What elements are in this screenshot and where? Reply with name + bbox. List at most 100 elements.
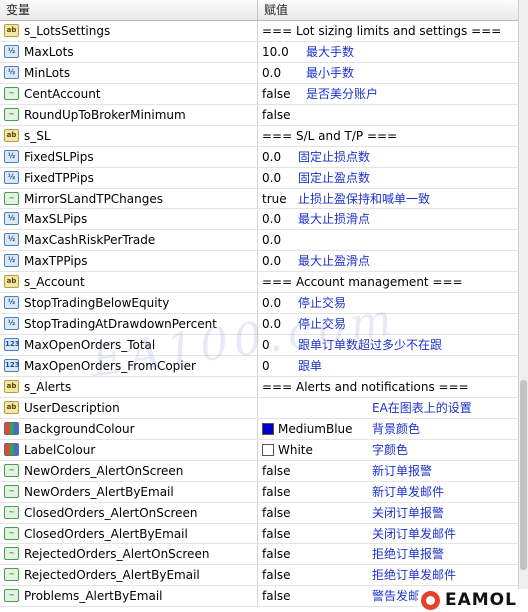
param-value: false xyxy=(262,484,291,499)
scrollbar-thumb[interactable] xyxy=(520,380,527,570)
param-type-dbl-icon: ½ xyxy=(4,212,19,226)
param-name-cell[interactable]: ½ MaxCashRiskPerTrade xyxy=(0,230,258,251)
table-header: 变量 赋值 xyxy=(0,0,518,21)
param-name-cell[interactable]: ~ RejectedOrders_AlertOnScreen xyxy=(0,544,258,565)
vertical-scrollbar[interactable] xyxy=(518,0,528,612)
param-value-cell[interactable]: === Account management === xyxy=(262,272,518,292)
param-name: s_SL xyxy=(24,128,51,143)
param-value: 0.0 xyxy=(262,296,282,311)
param-name-cell[interactable]: ab s_SL xyxy=(0,125,258,146)
param-name: ClosedOrders_AlertByEmail xyxy=(24,526,188,541)
param-value-cell[interactable]: false xyxy=(262,105,518,125)
param-value-cell[interactable]: === Alerts and notifications === xyxy=(262,377,518,397)
param-name-cell[interactable]: ½ FixedSLPips xyxy=(0,146,258,167)
param-value-cell[interactable]: 10.0 xyxy=(262,42,518,62)
param-name-cell[interactable]: ½ StopTradingBelowEquity xyxy=(0,293,258,314)
param-row[interactable]: LabelColour White 字颜色 xyxy=(0,439,518,461)
param-row[interactable]: ~ ClosedOrders_AlertByEmail false 关闭订单发邮件 xyxy=(0,523,518,545)
color-swatch[interactable] xyxy=(262,422,274,435)
param-name-cell[interactable]: ½ MaxSLPips xyxy=(0,209,258,230)
param-row[interactable]: ~ NewOrders_AlertByEmail false 新订单发邮件 xyxy=(0,481,518,503)
param-annotation: 背景颜色 xyxy=(372,421,421,436)
param-name: BackgroundColour xyxy=(24,421,135,436)
param-name: CentAccount xyxy=(24,86,101,101)
param-type-bool-icon: ~ xyxy=(4,589,19,603)
param-value-cell[interactable]: === S/L and T/P === xyxy=(262,126,518,146)
param-annotation: 拒绝订单发邮件 xyxy=(372,568,457,583)
param-row[interactable]: ab s_LotsSettings === Lot sizing limits an… xyxy=(0,21,518,42)
param-row[interactable]: ab s_Account === Account management === xyxy=(0,272,518,294)
param-value-cell[interactable]: false xyxy=(262,84,518,104)
param-row[interactable]: ½ FixedTPPips 0.0 固定止盈点数 xyxy=(0,167,518,189)
param-row[interactable]: ½ MaxTPPips 0.0 最大止盈滑点 xyxy=(0,251,518,273)
param-row[interactable]: ~ ClosedOrders_AlertOnScreen false 关闭订单报警 xyxy=(0,502,518,524)
param-row[interactable]: ~ CentAccount false 是否美分账户 xyxy=(0,83,518,105)
param-value: 0.0 xyxy=(262,65,282,80)
param-annotation: EA在图表上的设置 xyxy=(372,400,472,415)
param-row[interactable]: ab UserDescription EA在图表上的设置 xyxy=(0,397,518,419)
param-name-cell[interactable]: ½ MaxTPPips xyxy=(0,251,258,272)
param-row[interactable]: ~ RejectedOrders_AlertByEmail false 拒绝订单发邮件 xyxy=(0,565,518,587)
param-row[interactable]: ~ RejectedOrders_AlertOnScreen false 拒绝订单报警 xyxy=(0,544,518,566)
param-name-cell[interactable]: ~ MirrorSLandTPChanges xyxy=(0,188,258,209)
param-row[interactable]: ab s_SL === S/L and T/P === xyxy=(0,125,518,147)
param-type-color-icon xyxy=(4,421,19,435)
param-value: === S/L and T/P === xyxy=(262,128,398,143)
param-value: === Lot sizing limits and settings === xyxy=(262,24,502,38)
param-row[interactable]: ~ NewOrders_AlertOnScreen false 新订单报警 xyxy=(0,460,518,482)
param-value: 0.0 xyxy=(262,170,282,185)
param-name: s_Alerts xyxy=(24,379,72,394)
param-row[interactable]: ½ MaxLots 10.0 最大手数 xyxy=(0,41,518,63)
value-column-header[interactable]: 赋值 xyxy=(258,0,518,20)
param-value: === Account management === xyxy=(262,275,463,290)
param-value-cell[interactable]: 0.0 xyxy=(262,230,518,250)
param-name-cell[interactable]: ~ ClosedOrders_AlertOnScreen xyxy=(0,502,258,523)
param-row[interactable]: ½ StopTradingBelowEquity 0.0 停止交易 xyxy=(0,293,518,315)
param-name-cell[interactable]: ~ ClosedOrders_AlertByEmail xyxy=(0,523,258,544)
param-value: false xyxy=(262,589,291,604)
param-name-cell[interactable]: ½ FixedTPPips xyxy=(0,167,258,188)
param-name: RejectedOrders_AlertOnScreen xyxy=(24,547,210,562)
param-value-cell[interactable]: 0.0 xyxy=(262,63,518,83)
color-swatch[interactable] xyxy=(262,443,274,456)
param-name-cell[interactable]: ab UserDescription xyxy=(0,397,258,418)
variable-column-header[interactable]: 变量 xyxy=(0,0,258,20)
param-annotation: 固定止盈点数 xyxy=(298,170,371,185)
param-name: MaxLots xyxy=(24,44,74,59)
param-row[interactable]: ½ MaxSLPips 0.0 最大止损滑点 xyxy=(0,209,518,231)
param-name-cell[interactable]: ~ RoundUpToBrokerMinimum xyxy=(0,104,258,125)
param-name-cell[interactable]: ~ NewOrders_AlertOnScreen xyxy=(0,460,258,481)
param-value: 0.0 xyxy=(262,233,282,248)
param-row[interactable]: ab s_Alerts === Alerts and notifications =… xyxy=(0,376,518,398)
param-row[interactable]: ½ MinLots 0.0 最小手数 xyxy=(0,62,518,84)
param-type-ab-icon: ab xyxy=(4,275,19,289)
param-name-cell[interactable]: ½ MaxLots xyxy=(0,41,258,62)
param-name-cell[interactable]: ~ Problems_AlertByEmail xyxy=(0,586,258,607)
param-name-cell[interactable]: ab s_LotsSettings xyxy=(0,21,258,41)
param-name-cell[interactable]: ½ MinLots xyxy=(0,62,258,83)
param-name-cell[interactable]: BackgroundColour xyxy=(0,418,258,439)
param-annotation: 警告发邮 xyxy=(372,589,421,604)
param-name-cell[interactable]: ~ RejectedOrders_AlertByEmail xyxy=(0,565,258,586)
param-type-num-icon: 123 xyxy=(4,359,20,372)
param-type-dbl-icon: ½ xyxy=(4,254,19,268)
param-type-dbl-icon: ½ xyxy=(4,44,19,58)
param-name-cell[interactable]: LabelColour xyxy=(0,439,258,460)
param-name-cell[interactable]: ab s_Account xyxy=(0,272,258,293)
param-value: true xyxy=(262,191,287,206)
param-name-cell[interactable]: ~ NewOrders_AlertByEmail xyxy=(0,481,258,502)
param-name: RoundUpToBrokerMinimum xyxy=(24,107,186,122)
param-name: FixedTPPips xyxy=(24,170,94,185)
param-row[interactable]: ~ MirrorSLandTPChanges true 止损止盈保持和喊单一致 xyxy=(0,188,518,210)
param-row[interactable]: ½ MaxCashRiskPerTrade 0.0 xyxy=(0,230,518,252)
param-annotation: 跟单 xyxy=(298,359,323,373)
param-name-cell[interactable]: ~ CentAccount xyxy=(0,83,258,104)
param-row[interactable]: ½ FixedSLPips 0.0 固定止损点数 xyxy=(0,146,518,168)
param-annotation: 固定止损点数 xyxy=(298,149,371,164)
param-name: MirrorSLandTPChanges xyxy=(24,191,163,206)
param-value-cell[interactable]: === Lot sizing limits and settings === xyxy=(262,21,518,41)
param-type-color-icon xyxy=(4,442,19,456)
param-row[interactable]: ~ RoundUpToBrokerMinimum false xyxy=(0,104,518,126)
param-row[interactable]: BackgroundColour MediumBlue 背景颜色 xyxy=(0,418,518,440)
param-type-bool-icon: ~ xyxy=(4,526,19,540)
